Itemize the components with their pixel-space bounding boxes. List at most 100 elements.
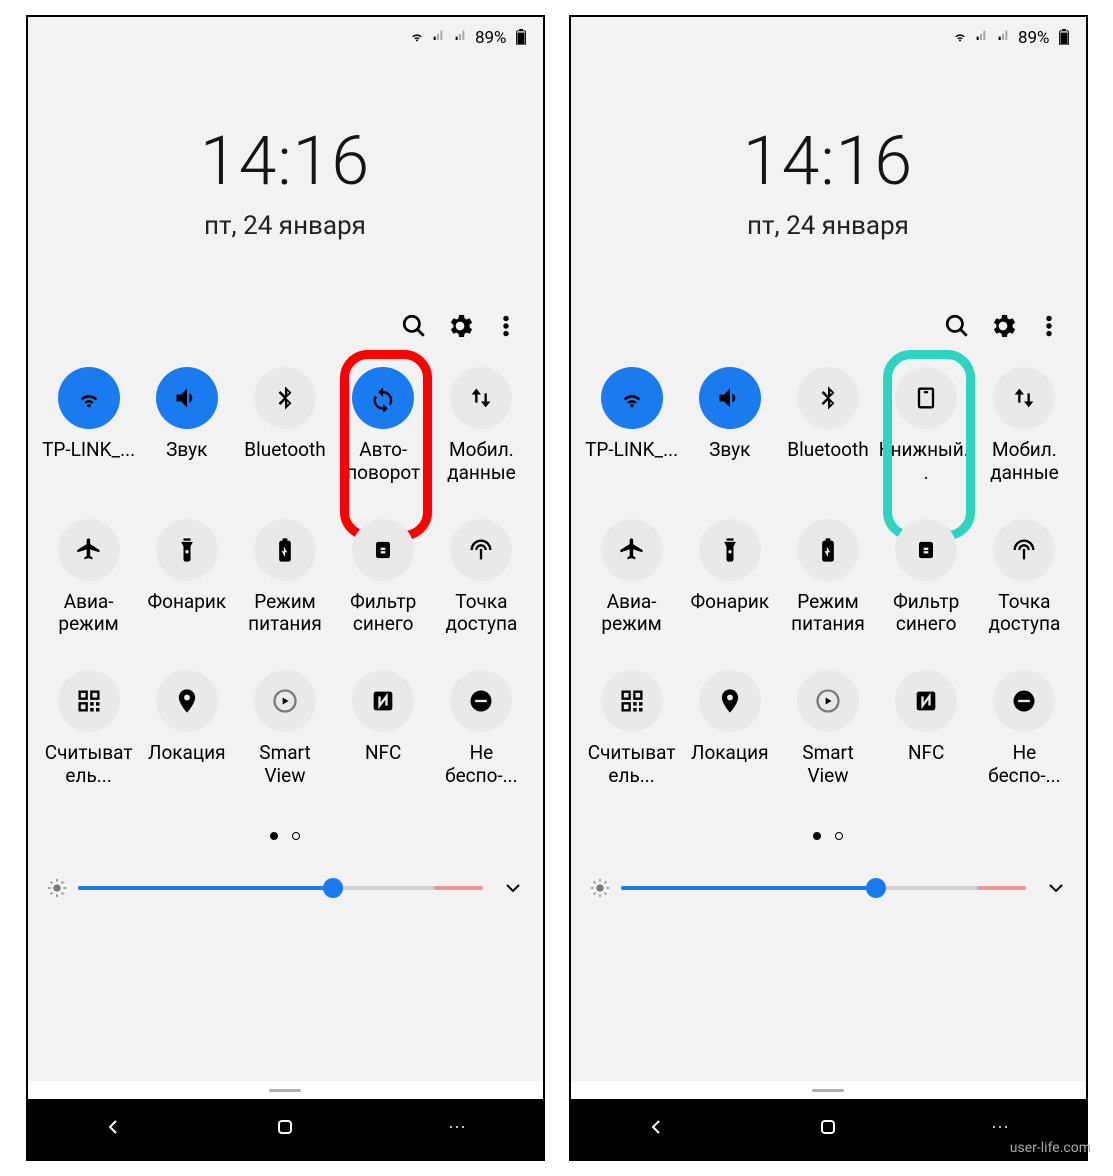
page-dots (28, 832, 543, 840)
battery-icon (513, 29, 525, 47)
tile-wifi[interactable]: TP-LINK_... (40, 367, 138, 485)
nav-recents-icon[interactable] (988, 1115, 1012, 1143)
tile-wifi[interactable]: TP-LINK_... (583, 367, 681, 485)
chevron-down-icon[interactable] (501, 876, 525, 900)
drag-handle-bar[interactable] (571, 1081, 1086, 1099)
tile-data[interactable]: Мобил. данные (975, 367, 1073, 485)
wifi-icon[interactable] (601, 367, 663, 429)
tile-label: Локация (691, 742, 769, 765)
tile-battery[interactable]: Режим питания (236, 519, 334, 637)
dot-active[interactable] (813, 832, 821, 840)
search-icon[interactable] (401, 313, 427, 339)
wifi-icon (952, 28, 968, 49)
chevron-down-icon[interactable] (1044, 876, 1068, 900)
location-icon[interactable] (156, 670, 218, 732)
gear-icon[interactable] (990, 313, 1016, 339)
date[interactable]: пт, 24 января (28, 211, 543, 241)
clock: 14:16 (571, 121, 1086, 201)
tile-hotspot[interactable]: Точка доступа (432, 519, 530, 637)
tile-qr[interactable]: Считыватель... (583, 670, 681, 788)
nfc-icon[interactable] (352, 670, 414, 732)
tile-smartview[interactable]: Smart View (779, 670, 877, 788)
tile-battery[interactable]: Режим питания (779, 519, 877, 637)
tile-nfc[interactable]: NFC (334, 670, 432, 788)
battery-icon[interactable] (797, 519, 859, 581)
flashlight-icon[interactable] (699, 519, 761, 581)
tile-sound[interactable]: Звук (138, 367, 236, 485)
portrait-icon[interactable] (895, 367, 957, 429)
dnd-icon[interactable] (450, 670, 512, 732)
tile-dnd[interactable]: Не беспо-... (432, 670, 530, 788)
tile-smartview[interactable]: Smart View (236, 670, 334, 788)
tile-label: Звук (166, 439, 207, 462)
data-icon[interactable] (450, 367, 512, 429)
tile-airplane[interactable]: Авиа-режим (40, 519, 138, 637)
sound-icon[interactable] (699, 367, 761, 429)
tile-label: NFC (365, 742, 401, 765)
smartview-icon[interactable] (254, 670, 316, 732)
drag-handle-bar[interactable] (28, 1081, 543, 1099)
bluefilter-icon[interactable] (895, 519, 957, 581)
dot-inactive[interactable] (835, 832, 843, 840)
nav-back-icon[interactable] (644, 1115, 668, 1143)
tile-portrait[interactable]: Книжный... (877, 367, 975, 485)
wifi-icon[interactable] (58, 367, 120, 429)
qr-icon[interactable] (601, 670, 663, 732)
tile-bluefilter[interactable]: Фильтр синего (877, 519, 975, 637)
gear-icon[interactable] (447, 313, 473, 339)
hotspot-icon[interactable] (993, 519, 1055, 581)
flashlight-icon[interactable] (156, 519, 218, 581)
bluetooth-icon[interactable] (797, 367, 859, 429)
dot-inactive[interactable] (292, 832, 300, 840)
tile-hotspot[interactable]: Точка доступа (975, 519, 1073, 637)
date[interactable]: пт, 24 января (571, 211, 1086, 241)
tile-bluetooth[interactable]: Bluetooth (236, 367, 334, 485)
tile-label: Bluetooth (787, 439, 868, 462)
tile-data[interactable]: Мобил. данные (432, 367, 530, 485)
tile-flashlight[interactable]: Фонарик (681, 519, 779, 637)
data-icon[interactable] (993, 367, 1055, 429)
overflow-icon[interactable] (1036, 313, 1062, 339)
tile-label: Авто-поворот (335, 439, 431, 485)
nav-home-icon[interactable] (816, 1115, 840, 1143)
airplane-icon[interactable] (601, 519, 663, 581)
tile-flashlight[interactable]: Фонарик (138, 519, 236, 637)
dnd-icon[interactable] (993, 670, 1055, 732)
brightness-slider[interactable] (621, 886, 1026, 890)
tile-airplane[interactable]: Авиа-режим (583, 519, 681, 637)
airplane-icon[interactable] (58, 519, 120, 581)
tile-nfc[interactable]: NFC (877, 670, 975, 788)
tile-bluefilter[interactable]: Фильтр синего (334, 519, 432, 637)
nav-recents-icon[interactable] (445, 1115, 469, 1143)
dot-active[interactable] (270, 832, 278, 840)
bluefilter-icon[interactable] (352, 519, 414, 581)
page-dots (571, 832, 1086, 840)
tile-bluetooth[interactable]: Bluetooth (779, 367, 877, 485)
tile-dnd[interactable]: Не беспо-... (975, 670, 1073, 788)
search-icon[interactable] (944, 313, 970, 339)
watermark: user-life.com (1010, 1140, 1091, 1156)
tile-location[interactable]: Локация (681, 670, 779, 788)
tile-sound[interactable]: Звук (681, 367, 779, 485)
qr-icon[interactable] (58, 670, 120, 732)
nav-home-icon[interactable] (273, 1115, 297, 1143)
tile-autorotate[interactable]: Авто-поворот (334, 367, 432, 485)
sound-icon[interactable] (156, 367, 218, 429)
overflow-icon[interactable] (493, 313, 519, 339)
hotspot-icon[interactable] (450, 519, 512, 581)
brightness-slider[interactable] (78, 886, 483, 890)
brightness-icon (46, 877, 68, 899)
battery-icon[interactable] (254, 519, 316, 581)
bluetooth-icon[interactable] (254, 367, 316, 429)
nav-back-icon[interactable] (101, 1115, 125, 1143)
signal2-icon (996, 28, 1012, 49)
nfc-icon[interactable] (895, 670, 957, 732)
autorotate-icon[interactable] (352, 367, 414, 429)
tile-label: Авиа-режим (584, 591, 680, 637)
location-icon[interactable] (699, 670, 761, 732)
brightness-icon (589, 877, 611, 899)
smartview-icon[interactable] (797, 670, 859, 732)
tile-label: Фильтр синего (335, 591, 431, 637)
tile-qr[interactable]: Считыватель... (40, 670, 138, 788)
tile-location[interactable]: Локация (138, 670, 236, 788)
